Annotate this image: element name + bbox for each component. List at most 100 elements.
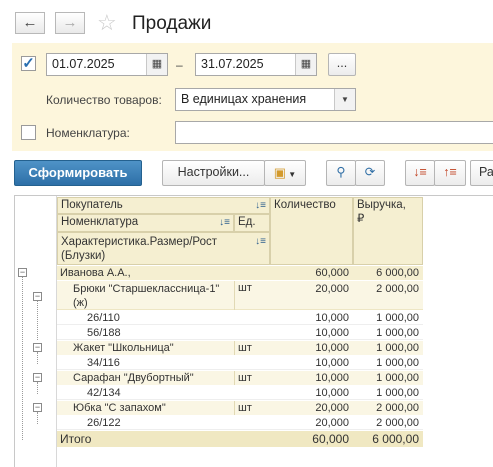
row-rev: 1 000,00 [376, 372, 419, 384]
report-left-border [14, 195, 15, 467]
table-row[interactable]: 34/116 10,000 1 000,00 [57, 356, 423, 370]
period-start-field[interactable]: 01.07.2025 ▦ [46, 53, 168, 76]
row-name: Иванова А.А., [60, 267, 131, 279]
row-rev: 1 000,00 [376, 327, 419, 339]
row-name: 26/110 [87, 312, 120, 324]
header-quantity: Количество [270, 197, 353, 265]
generate-button[interactable]: Сформировать [14, 160, 142, 186]
row-qty: 10,000 [315, 312, 349, 324]
tree-line [22, 276, 23, 440]
row-qty: 10,000 [315, 342, 349, 354]
row-qty: 10,000 [315, 372, 349, 384]
row-name: Юбка "С запахом" [73, 402, 166, 414]
table-row[interactable]: 26/122 20,000 2 000,00 [57, 416, 423, 430]
table-row[interactable]: Жакет "Школьница" шт 10,000 1 000,00 [57, 341, 423, 355]
calendar-icon[interactable]: ▦ [146, 54, 167, 75]
quantity-select[interactable]: В единицах хранения ▼ [175, 88, 356, 111]
period-separator: – [176, 58, 183, 72]
header-characteristic: Характеристика.Размер/Рост (Блузки) ↓≡ [57, 232, 270, 265]
row-name: Брюки "Старшеклассница-1" [73, 283, 220, 295]
variant-menu-button[interactable]: ▣ ▼ [264, 160, 306, 186]
collapse-icon[interactable]: − [33, 373, 42, 382]
search-icon: ⚲ [336, 165, 346, 179]
sort-icon: ↓≡ [255, 236, 266, 247]
table-row[interactable]: 26/110 10,000 1 000,00 [57, 311, 423, 325]
calendar-icon[interactable]: ▦ [295, 54, 316, 75]
header-characteristic-line2: (Блузки) [61, 250, 106, 262]
forward-button[interactable]: → [55, 12, 85, 34]
table-row[interactable]: 42/134 10,000 1 000,00 [57, 386, 423, 400]
row-qty: 60,000 [315, 267, 349, 279]
nomenclature-field[interactable] [175, 121, 493, 144]
header-revenue: Выручка, ₽ [353, 197, 423, 265]
row-qty: 10,000 [315, 387, 349, 399]
row-name: 56/188 [87, 327, 121, 339]
settings-label: Настройки... [177, 165, 250, 179]
settings-button[interactable]: Настройки... [162, 160, 265, 186]
row-rev: 2 000,00 [376, 417, 419, 429]
search-refresh-icon: ⟳ [364, 165, 376, 179]
row-qty: 10,000 [315, 357, 349, 369]
sort-desc-button[interactable]: ↓≡ [405, 160, 435, 186]
header-buyer-label: Покупатель [61, 199, 123, 211]
tree-line [37, 382, 38, 394]
more-actions-button[interactable]: Ра [470, 160, 493, 186]
nomenclature-checkbox[interactable] [21, 125, 36, 140]
row-qty: 10,000 [315, 327, 349, 339]
table-row[interactable]: Иванова А.А., 60,000 6 000,00 [57, 266, 423, 280]
collapse-icon[interactable]: − [18, 268, 27, 277]
total-row: Итого 60,000 6 000,00 [57, 431, 423, 447]
header-buyer: Покупатель ↓≡ [57, 197, 270, 214]
total-qty: 60,000 [312, 432, 349, 446]
back-button[interactable]: ← [15, 12, 45, 34]
row-name: 26/122 [87, 417, 121, 429]
row-rev: 6 000,00 [376, 267, 419, 279]
checkmark-icon: ✓ [22, 55, 35, 72]
collapse-icon[interactable]: − [33, 292, 42, 301]
row-unit: шт [234, 341, 270, 355]
table-row[interactable]: Юбка "С запахом" шт 20,000 2 000,00 [57, 401, 423, 415]
header-nomenclature-label: Номенклатура [61, 216, 139, 228]
table-row[interactable]: Сарафан "Двубортный" шт 10,000 1 000,00 [57, 371, 423, 385]
table-row[interactable]: Брюки "Старшеклассница-1" (ж) шт 20,000 … [57, 281, 423, 310]
row-rev: 1 000,00 [376, 312, 419, 324]
report-top-border [14, 195, 493, 196]
sort-icon: ↓≡ [255, 200, 266, 211]
total-label: Итого [60, 432, 92, 446]
header-characteristic-line1: Характеристика.Размер/Рост [61, 236, 217, 248]
row-name: Сарафан "Двубортный" [73, 372, 194, 384]
row-qty: 20,000 [315, 402, 349, 414]
period-start-value: 01.07.2025 [52, 57, 115, 71]
tree-line [37, 352, 38, 364]
more-actions-label: Ра [479, 165, 493, 179]
row-rev: 1 000,00 [376, 387, 419, 399]
header-unit: Ед. [234, 214, 270, 232]
quantity-label: Количество товаров: [46, 93, 162, 107]
row-unit: шт [234, 371, 270, 385]
search-button[interactable]: ⚲ [326, 160, 356, 186]
header-nomenclature: Номенклатура ↓≡ [57, 214, 234, 232]
collapse-icon[interactable]: − [33, 343, 42, 352]
search-next-button[interactable]: ⟳ [355, 160, 385, 186]
collapse-icon[interactable]: − [33, 403, 42, 412]
total-rev: 6 000,00 [372, 432, 419, 446]
period-end-field[interactable]: 31.07.2025 ▦ [195, 53, 317, 76]
period-more-button[interactable]: ... [328, 53, 356, 76]
row-rev: 1 000,00 [376, 342, 419, 354]
row-unit: шт [234, 281, 270, 310]
row-name: 42/134 [87, 387, 121, 399]
chevron-down-icon[interactable]: ▼ [334, 89, 355, 110]
forward-arrow-icon: → [62, 14, 78, 31]
sort-asc-button[interactable]: ↑≡ [434, 160, 466, 186]
table-row[interactable]: 56/188 10,000 1 000,00 [57, 326, 423, 340]
header-quantity-label: Количество [274, 199, 336, 211]
row-name-cont: (ж) [73, 297, 88, 309]
more-label: ... [336, 56, 348, 70]
tree-line [37, 300, 38, 340]
page-title: Продажи [132, 13, 212, 34]
period-checkbox[interactable]: ✓ [21, 56, 36, 71]
row-unit: шт [234, 401, 270, 415]
favorite-star-icon[interactable]: ☆ [97, 11, 117, 35]
back-arrow-icon: ← [22, 14, 38, 31]
row-rev: 2 000,00 [376, 402, 419, 414]
